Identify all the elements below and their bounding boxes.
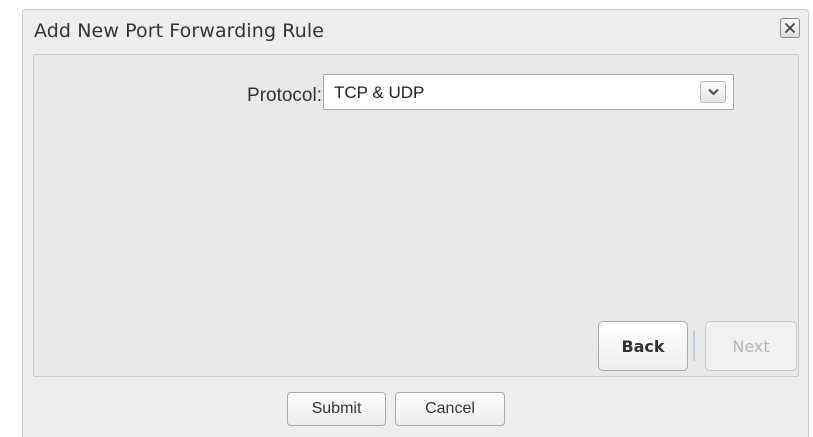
dropdown-button[interactable] — [700, 81, 726, 103]
wizard-panel: Protocol: TCP & UDP Back Next — [33, 54, 799, 377]
protocol-select[interactable]: TCP & UDP — [323, 74, 734, 110]
close-icon — [785, 23, 795, 33]
cancel-button[interactable]: Cancel — [395, 392, 505, 426]
button-separator — [693, 331, 695, 361]
dialog-title: Add New Port Forwarding Rule — [34, 20, 324, 42]
protocol-label: Protocol: — [247, 85, 322, 106]
dialog-titlebar: Add New Port Forwarding Rule — [23, 10, 808, 52]
chevron-down-icon — [708, 88, 719, 96]
back-button[interactable]: Back — [598, 321, 688, 371]
protocol-select-value: TCP & UDP — [334, 83, 425, 102]
next-button[interactable]: Next — [705, 321, 797, 371]
close-button[interactable] — [780, 18, 800, 38]
port-forwarding-dialog: Add New Port Forwarding Rule Protocol: T… — [22, 9, 809, 437]
submit-button[interactable]: Submit — [287, 392, 386, 426]
